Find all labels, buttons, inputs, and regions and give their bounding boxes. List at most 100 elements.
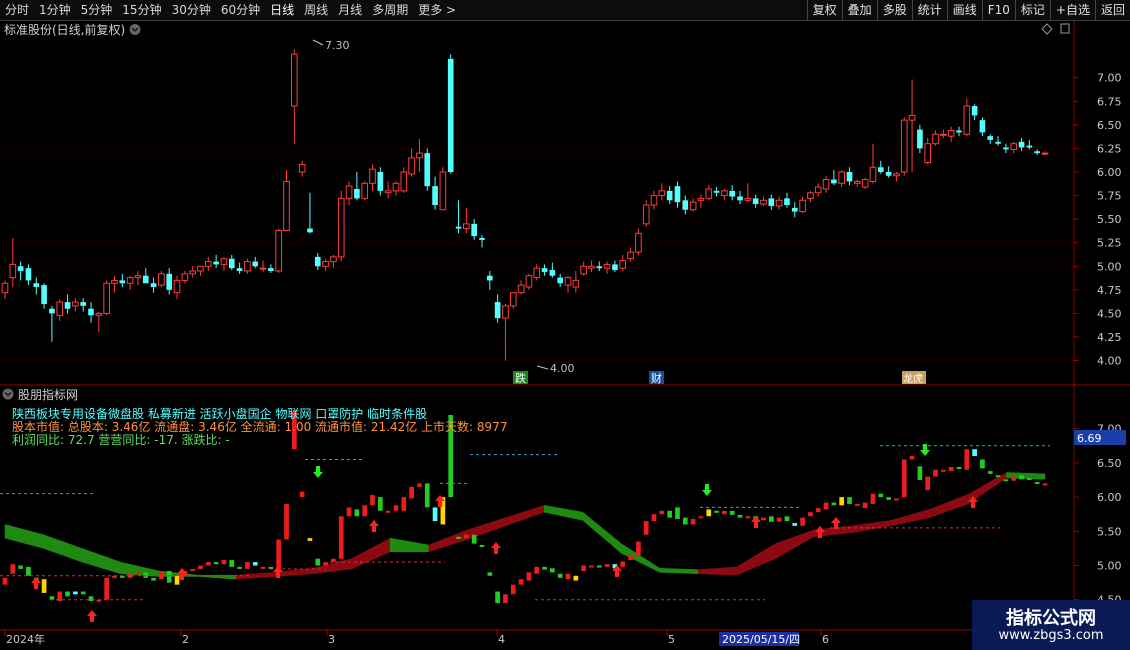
y-tick-label: 4.50 [1097,307,1122,320]
main-panel-title: 标准股份(日线,前复权) [4,22,125,37]
toolbar-button-1[interactable]: 叠加 [841,0,877,20]
candle-body-up [369,168,376,184]
period-tab-0[interactable]: 分时 [0,0,34,20]
main-panel-header: 标准股份(日线,前复权) [4,22,1070,37]
candle-body-down [213,261,219,265]
candle-body-up [275,229,282,272]
stock-chart[interactable]: 标准股份(日线,前复权) 7.00 6.75 6.50 6.25 6.00 5.75 5.5… [0,0,1130,650]
low-price-label: 4.00 [550,362,575,375]
indicator-bar [784,516,790,522]
candle-body-up [408,157,415,175]
indicator-bar [933,469,938,477]
period-toolbar: 分时 1分钟 5分钟 15分钟 30分钟 60分钟 日线 周线 月线 多周期 更多 > 复权 叠加 多股… [0,0,1130,21]
candle-body-up [932,133,939,145]
indicator-bar [73,591,78,595]
candle-body-up [361,182,369,199]
candle-body-down [612,264,618,271]
indicator-bar [596,565,602,568]
ribbon-segment [736,543,776,576]
indicator-bar [159,571,164,580]
indicator-bar [1019,475,1024,480]
indicator-bar [260,566,266,569]
x-tick-label: 2 [182,633,189,646]
x-tick-label: 6 [822,633,829,646]
candle-body-up [924,143,932,164]
toolbar-button-0[interactable]: 复权 [806,0,842,20]
period-tab-8[interactable]: 月线 [333,0,367,20]
period-tab-10[interactable]: 更多 > [413,0,461,20]
indicator-info-text: 陕西板块专用设备微盘股 私募新进 活跃小盘国企 物联网 口罩防护 临时条件股 股… [12,406,507,447]
toolbar-button-5[interactable]: F10 [981,0,1015,20]
period-tab-9[interactable]: 多周期 [367,0,413,20]
y-tick-label: 4.75 [1097,284,1122,297]
toolbar-button-7[interactable]: +自选 [1049,0,1095,20]
indicator-bar [901,459,907,498]
indicator-bar [636,541,641,556]
ribbon-segment [890,509,930,527]
high-pointer-line [312,39,324,46]
indicator-bar [729,510,735,515]
candle-body-up [439,171,447,211]
period-tab-4[interactable]: 30分钟 [167,0,216,20]
indicator-bar [643,521,649,535]
period-tab-1[interactable]: 1分钟 [34,0,76,20]
indicator-bar [1027,477,1032,480]
indicator-bar [299,491,305,498]
period-tab-3[interactable]: 15分钟 [117,0,166,20]
indicator-bar [424,483,430,508]
period-tab-5[interactable]: 60分钟 [216,0,265,20]
period-tab-7[interactable]: 周线 [299,0,333,20]
candle-body-up [533,267,541,279]
candle-body-down [494,302,501,319]
indicator-bar [550,568,555,573]
indicator-bar [331,558,336,563]
chevron-down-icon[interactable] [129,24,141,35]
indicator-bar [995,475,1001,478]
indicator-bar [870,493,876,504]
ribbon-segment [428,529,468,553]
candle-body-up [416,152,423,159]
candle-body-down [596,266,603,269]
candle-body-down [1003,147,1009,150]
candle-body-down [541,268,548,272]
x-tick-label: 3 [328,633,335,646]
candle-body-down [737,196,743,201]
indicator-bar [847,497,852,504]
current-value: 6.69 [1077,432,1102,445]
toolbar-button-2[interactable]: 多股 [876,0,912,20]
candle-body-up [627,251,634,260]
chevron-down-icon[interactable] [2,388,14,400]
candle-body-up [1041,152,1049,155]
candle-body-down [88,308,94,316]
candle-body-up [838,171,846,184]
marker-cai: 财 [651,371,662,385]
up-arrow-icon [31,577,41,589]
indicator-bar [354,509,360,517]
indicator-bar [166,571,172,583]
toolbar-button-6[interactable]: 标记 [1014,0,1050,20]
candle-body-down [17,266,24,271]
candle-body-up [345,185,353,199]
marker-longhu: 龙虎 [903,372,923,385]
indicator-bar [737,514,743,518]
candle-body-down [486,275,493,281]
ribbon-segment [389,537,429,553]
candle-body-down [791,207,798,212]
toolbar-button-8[interactable]: 返回 [1094,0,1130,20]
indicator-bar [675,507,680,519]
toolbar-button-4[interactable]: 画线 [946,0,982,20]
toolbar-button-3[interactable]: 统计 [911,0,947,20]
x-tick-label: 5 [668,633,675,646]
candle-body-up [56,301,64,316]
diamond-icon[interactable] [1041,23,1053,35]
ribbon-segment [81,548,121,575]
y-tick-label: 4.00 [1097,355,1122,368]
indicator-bar [964,449,970,470]
indicator-bar [651,514,657,522]
indicator-bar [80,591,86,595]
period-tab-6[interactable]: 日线 [265,0,299,20]
maximize-icon[interactable] [1060,23,1070,34]
info-sectors: 陕西板块专用设备微盘股 私募新进 活跃小盘国企 物联网 口罩防护 临时条件股 [12,406,427,421]
indicator-bar [862,502,868,509]
period-tab-2[interactable]: 5分钟 [76,0,118,20]
